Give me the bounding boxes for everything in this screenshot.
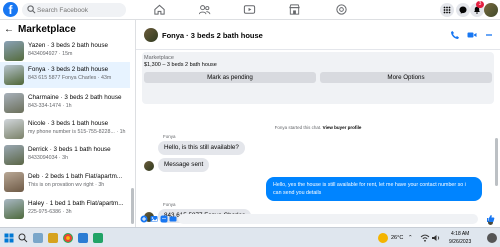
- conversation-name: Derrick · 3 beds 1 bath house: [28, 146, 111, 153]
- message-input[interactable]: [178, 214, 478, 224]
- profile-avatar[interactable]: [484, 3, 498, 17]
- listing-card: Marketplace $1,300 – 3 beds 2 bath house…: [142, 52, 494, 104]
- outgoing-message: Hello, yes the house is still available …: [266, 177, 482, 201]
- conversation-name: Deb · 2 beds 1 bath Flat/apartm...: [28, 173, 123, 180]
- menu-grid-button[interactable]: [440, 3, 454, 17]
- conversation-preview: 843-334-1474 · 1h: [28, 103, 72, 109]
- minimize-icon[interactable]: [484, 30, 494, 40]
- notification-center-icon[interactable]: [487, 233, 497, 243]
- listing-label: Marketplace: [144, 55, 174, 61]
- conversation-item[interactable]: Nicole · 3 beds 1 bath house my phone nu…: [0, 116, 130, 142]
- like-icon[interactable]: [486, 214, 495, 223]
- chat-title[interactable]: Fonya · 3 beds 2 bath house: [162, 31, 263, 40]
- conversation-item-active[interactable]: Fonya · 3 beds 2 bath house 843 615 5877…: [0, 62, 130, 88]
- mark-pending-button[interactable]: Mark as pending: [144, 72, 316, 83]
- incoming-message: Message sent: [158, 158, 210, 172]
- conversation-name: Nicole · 3 beds 1 bath house: [28, 120, 109, 127]
- friends-icon[interactable]: [198, 3, 211, 16]
- conversation-item[interactable]: Yazen · 3 beds 2 bath house 8434094927 ·…: [0, 38, 130, 64]
- view-buyer-profile-link[interactable]: View buyer profile: [323, 125, 362, 130]
- sender-name: Fonya: [163, 134, 176, 139]
- search-box[interactable]: [22, 3, 126, 17]
- marketplace-sidebar: ← Marketplace Yazen · 3 beds 2 bath hous…: [0, 20, 136, 227]
- sticker-icon[interactable]: [160, 215, 168, 223]
- facebook-logo[interactable]: f: [3, 2, 18, 17]
- search-taskbar-icon[interactable]: [18, 233, 28, 243]
- incoming-message: Hello, is this still available?: [158, 141, 245, 155]
- clock-date[interactable]: 9/26/2023: [449, 239, 471, 245]
- conversation-name: Haley · 1 bed 1 bath Flat/apartm...: [28, 200, 124, 207]
- system-note: Fonya started this chat. View buyer prof…: [136, 125, 500, 130]
- chat-actions: [450, 30, 494, 40]
- back-arrow-icon[interactable]: ←: [4, 24, 14, 35]
- conversation-item[interactable]: Charmaine · 3 beds 2 bath house 843-334-…: [0, 90, 130, 116]
- conversation-item[interactable]: Deb · 2 beds 1 bath Flat/apartm... This …: [0, 169, 130, 195]
- search-input[interactable]: [37, 4, 123, 16]
- listing-thumbnail: [4, 145, 24, 165]
- more-options-button[interactable]: More Options: [320, 72, 492, 83]
- word-icon[interactable]: [78, 233, 88, 243]
- listing-thumbnail: [4, 199, 24, 219]
- notification-badge: 3: [476, 1, 484, 8]
- marketplace-icon[interactable]: [288, 3, 301, 16]
- search-icon: [27, 5, 36, 14]
- task-view-icon[interactable]: [33, 233, 43, 243]
- sender-name: Fonya: [163, 202, 176, 207]
- gif-icon[interactable]: [169, 215, 177, 223]
- conversation-item[interactable]: Derrick · 3 beds 1 bath house 8433094034…: [0, 142, 130, 168]
- system-note-text: Fonya started this chat.: [274, 125, 322, 130]
- volume-icon[interactable]: [431, 233, 441, 243]
- chat-header: Fonya · 3 beds 2 bath house: [136, 20, 500, 50]
- conversation-preview: 843 615 5877 Fonya Charles · 43m: [28, 75, 112, 81]
- clock-time[interactable]: 4:18 AM: [451, 231, 469, 237]
- grid-icon: [443, 6, 451, 14]
- windows-taskbar: 26°C ⌃ 4:18 AM 9/26/2023: [0, 227, 500, 247]
- listing-thumbnail: [4, 93, 24, 113]
- windows-start-icon[interactable]: [4, 233, 14, 243]
- phone-icon[interactable]: [450, 30, 460, 40]
- message-thread: Fonya started this chat. View buyer prof…: [136, 104, 500, 211]
- video-icon[interactable]: [243, 3, 256, 16]
- add-circle-icon[interactable]: [140, 215, 148, 223]
- listing-thumbnail: [4, 119, 24, 139]
- listing-thumbnail: [4, 65, 24, 85]
- conversation-preview: This is on provation wv right · 3h: [28, 182, 105, 188]
- chrome-icon[interactable]: [63, 233, 73, 243]
- sender-avatar[interactable]: [144, 161, 154, 171]
- conversation-name: Fonya · 3 beds 2 bath house: [28, 66, 109, 73]
- conversation-preview: my phone number is 515-755-8228... · 1h: [28, 129, 126, 135]
- conversation-preview: 8433094034 · 3h: [28, 155, 69, 161]
- photo-icon[interactable]: [150, 215, 158, 223]
- tray-chevron-icon[interactable]: ⌃: [408, 235, 413, 241]
- sidebar-scrollbar[interactable]: [131, 188, 134, 224]
- video-call-icon[interactable]: [467, 30, 477, 40]
- gaming-icon[interactable]: [335, 3, 348, 16]
- sidebar-title: Marketplace: [18, 24, 76, 35]
- listing-thumbnail: [4, 172, 24, 192]
- weather-icon[interactable]: [378, 233, 388, 243]
- messenger-icon: [459, 6, 467, 14]
- excel-icon[interactable]: [93, 233, 103, 243]
- conversation-name: Yazen · 3 beds 2 bath house: [28, 42, 109, 49]
- conversation-preview: 225-975-6386 · 3h: [28, 209, 72, 215]
- conversation-preview: 8434094927 · 15m: [28, 51, 73, 57]
- messenger-button[interactable]: [456, 3, 470, 17]
- conversation-name: Charmaine · 3 beds 2 bath house: [28, 94, 122, 101]
- sidebar-header: ← Marketplace: [4, 24, 76, 35]
- listing-thumbnail: [4, 41, 24, 61]
- chat-avatar[interactable]: [144, 28, 158, 42]
- home-icon[interactable]: [153, 3, 166, 16]
- wifi-icon[interactable]: [420, 233, 430, 243]
- chat-panel: Fonya · 3 beds 2 bath house Marketplace …: [136, 20, 500, 227]
- file-explorer-icon[interactable]: [48, 233, 58, 243]
- message-composer: [136, 211, 500, 227]
- listing-detail[interactable]: $1,300 – 3 beds 2 bath house: [144, 62, 217, 68]
- weather-temp[interactable]: 26°C: [391, 235, 403, 241]
- top-bar: f 3: [0, 0, 500, 20]
- conversation-item[interactable]: Haley · 1 bed 1 bath Flat/apartm... 225-…: [0, 196, 130, 222]
- chat-scrollbar[interactable]: [495, 138, 498, 186]
